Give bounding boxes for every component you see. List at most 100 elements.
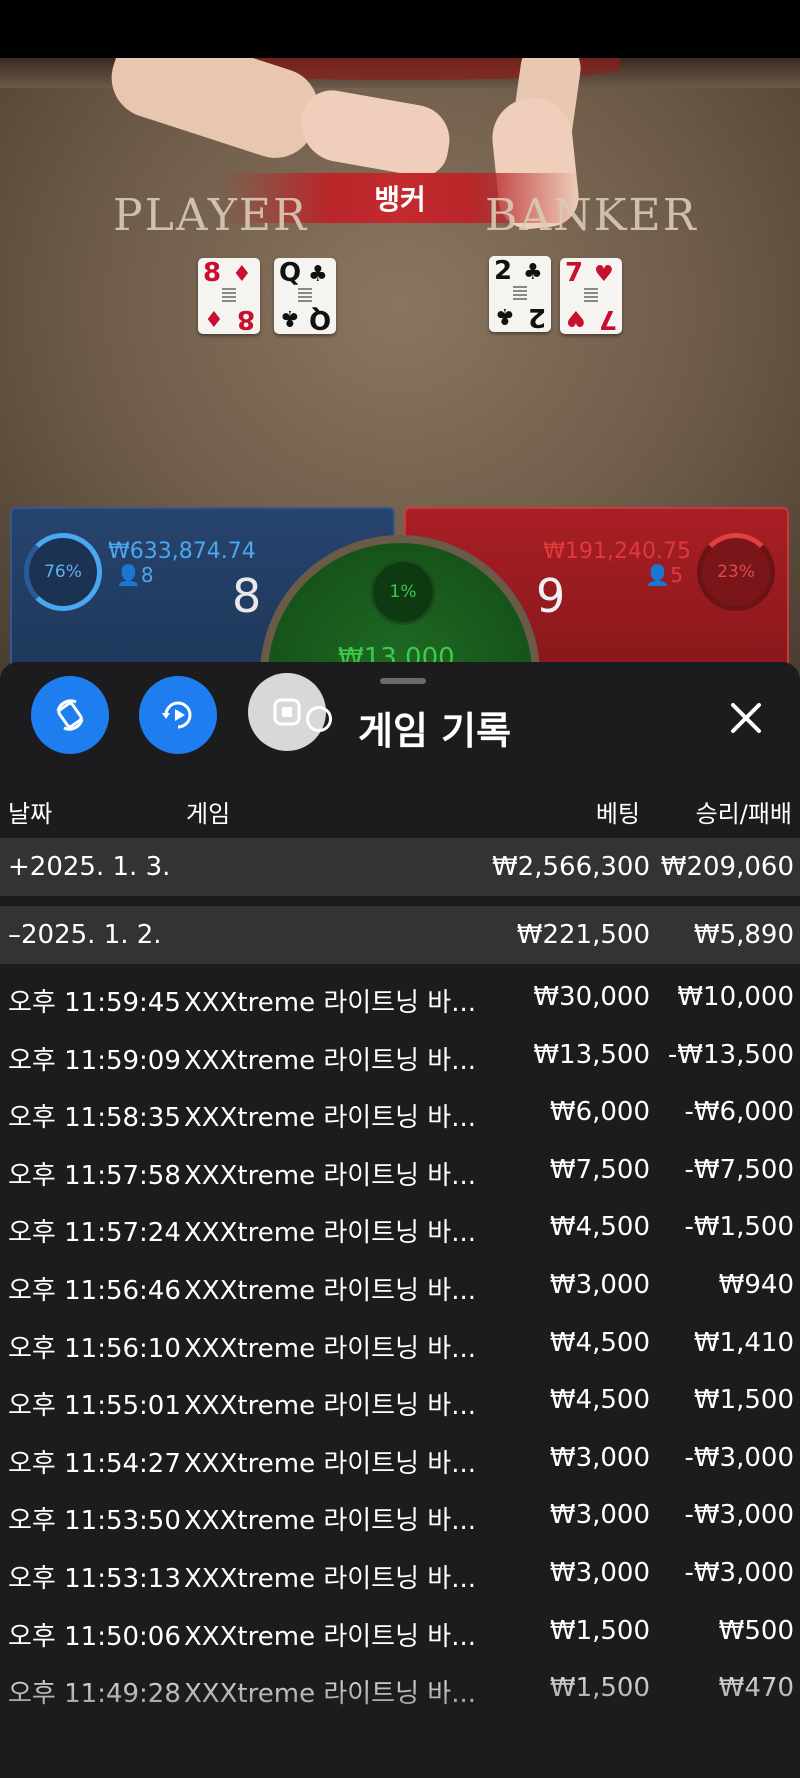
- person-icon: 👤: [645, 563, 671, 587]
- card-rank: 7: [565, 258, 584, 288]
- table-row[interactable]: 오후 11:59:45 XXXtreme 라이트닝 바... ₩30,000 ₩10,…: [0, 968, 800, 1024]
- close-button[interactable]: [722, 694, 770, 742]
- banker-score: 9: [536, 569, 566, 623]
- row-result: ₩1,410: [693, 1328, 794, 1358]
- person-icon: 👤: [116, 563, 141, 587]
- row-game: XXXtreme 라이트닝 바...: [184, 1103, 476, 1133]
- card-barcode: [584, 288, 598, 302]
- rotate-sync-button[interactable]: [31, 676, 109, 754]
- player-score: 8: [232, 569, 262, 623]
- table-row[interactable]: 오후 11:57:58 XXXtreme 라이트닝 바... ₩7,500 -₩7,5…: [0, 1141, 800, 1197]
- table-row[interactable]: 오후 11:56:10 XXXtreme 라이트닝 바... ₩4,500 ₩1,41…: [0, 1314, 800, 1370]
- table-row[interactable]: 오후 11:56:46 XXXtreme 라이트닝 바... ₩3,000 ₩940: [0, 1256, 800, 1312]
- club-icon: ♣: [308, 262, 328, 287]
- tie-percent-ring: 1%: [370, 559, 436, 625]
- table-row[interactable]: 오후 11:55:01 XXXtreme 라이트닝 바... ₩4,500 ₩1,50…: [0, 1371, 800, 1427]
- row-bet: ₩3,000: [549, 1443, 650, 1473]
- card-barcode: [222, 288, 236, 302]
- table-row[interactable]: 오후 11:59:09 XXXtreme 라이트닝 바... ₩13,500 -₩13…: [0, 1026, 800, 1082]
- row-time: 오후 11:56:10: [8, 1334, 181, 1364]
- player-table-label: PLAYER: [113, 190, 309, 241]
- row-time: 오후 11:58:35: [8, 1103, 181, 1133]
- dealer-hand-left: [295, 85, 455, 181]
- row-bet: ₩4,500: [549, 1328, 650, 1358]
- player-total-amount: ₩633,874.74: [108, 539, 256, 564]
- row-time: 오후 11:53:13: [8, 1564, 181, 1594]
- expand-toggle[interactable]: +: [8, 852, 30, 882]
- row-game: XXXtreme 라이트닝 바...: [184, 1218, 476, 1248]
- banker-card-1: 2 ♣ ♣ 2: [489, 256, 551, 332]
- day-summary-row[interactable]: –2025. 1. 2. ₩221,500 ₩5,890: [0, 906, 800, 964]
- player-percent: 76%: [44, 562, 82, 582]
- banker-percent-ring: 23%: [697, 533, 775, 611]
- row-game: XXXtreme 라이트닝 바...: [184, 1622, 476, 1652]
- card-rank: 2: [527, 302, 546, 332]
- table-row[interactable]: 오후 11:58:35 XXXtreme 라이트닝 바... ₩6,000 -₩6,0…: [0, 1083, 800, 1139]
- card-rank: 8: [203, 258, 222, 288]
- card-rank: 7: [598, 304, 617, 334]
- card-rank: Q: [308, 304, 331, 334]
- row-bet: ₩4,500: [549, 1212, 650, 1242]
- day-bet-total: ₩2,566,300: [491, 852, 650, 882]
- history-icon: [306, 706, 332, 732]
- club-icon: ♣: [523, 260, 543, 285]
- row-result: -₩6,000: [684, 1097, 794, 1127]
- row-game: XXXtreme 라이트닝 바...: [184, 1506, 476, 1536]
- row-result: -₩3,000: [684, 1558, 794, 1588]
- column-header-result: 승리/패배: [695, 800, 792, 828]
- player-count-value: 8: [140, 563, 154, 587]
- row-game: XXXtreme 라이트닝 바...: [184, 1276, 476, 1306]
- winner-label: 뱅커: [374, 183, 426, 216]
- day-date: –2025. 1. 2.: [8, 920, 162, 950]
- replay-button[interactable]: [139, 676, 217, 754]
- card-rank: 8: [236, 304, 255, 334]
- game-history-sheet: 게임 기록 날짜 게임 베팅 승리/패배 +2025. 1. 3. ₩2,566,…: [0, 662, 800, 1778]
- list-fade: [0, 1652, 800, 1778]
- table-row[interactable]: 오후 11:50:06 XXXtreme 라이트닝 바... ₩1,500 ₩500: [0, 1602, 800, 1658]
- card-barcode: [298, 288, 312, 302]
- card-rank: Q: [279, 258, 302, 288]
- player-percent-ring: 76%: [24, 533, 102, 611]
- row-time: 오후 11:57:24: [8, 1218, 181, 1248]
- day-date-value: 2025. 1. 3.: [29, 852, 171, 882]
- table-row[interactable]: 오후 11:53:13 XXXtreme 라이트닝 바... ₩3,000 -₩3,0…: [0, 1544, 800, 1600]
- club-icon: ♣: [495, 303, 515, 328]
- table-row[interactable]: 오후 11:53:50 XXXtreme 라이트닝 바... ₩3,000 -₩3,0…: [0, 1486, 800, 1542]
- row-result: ₩1,500: [693, 1385, 794, 1415]
- row-bet: ₩6,000: [549, 1097, 650, 1127]
- banker-percent: 23%: [717, 562, 755, 582]
- row-game: XXXtreme 라이트닝 바...: [184, 1449, 476, 1479]
- column-header-bet: 베팅: [595, 800, 640, 828]
- row-bet: ₩30,000: [533, 982, 650, 1012]
- day-date-value: 2025. 1. 2.: [21, 920, 162, 950]
- dealer-arm-left: [101, 58, 329, 169]
- table-row[interactable]: 오후 11:57:24 XXXtreme 라이트닝 바... ₩4,500 -₩1,5…: [0, 1198, 800, 1254]
- row-result: -₩3,000: [684, 1443, 794, 1473]
- heart-icon: ♥: [594, 262, 614, 287]
- player-card-1: 8 ♦ ♦ 8: [198, 258, 260, 334]
- day-bet-total: ₩221,500: [516, 920, 650, 950]
- player-card-2: Q ♣ ♣ Q: [274, 258, 336, 334]
- row-game: XXXtreme 라이트닝 바...: [184, 1046, 476, 1076]
- rotate-sync-icon: [56, 699, 84, 731]
- card-barcode: [513, 286, 527, 300]
- row-bet: ₩7,500: [549, 1155, 650, 1185]
- tie-percent: 1%: [389, 582, 417, 602]
- row-bet: ₩4,500: [549, 1385, 650, 1415]
- table-row[interactable]: 오후 11:54:27 XXXtreme 라이트닝 바... ₩3,000 -₩3,0…: [0, 1429, 800, 1485]
- expand-toggle[interactable]: –: [8, 920, 21, 950]
- row-bet: ₩3,000: [549, 1558, 650, 1588]
- row-bet: ₩3,000: [549, 1270, 650, 1300]
- row-time: 오후 11:54:27: [8, 1449, 181, 1479]
- row-result: ₩500: [718, 1616, 794, 1646]
- row-time: 오후 11:53:50: [8, 1506, 181, 1536]
- sheet-grabber[interactable]: [380, 678, 426, 684]
- banker-card-2: 7 ♥ ♥ 7: [560, 258, 622, 334]
- day-date: +2025. 1. 3.: [8, 852, 170, 882]
- status-bar: [0, 0, 800, 58]
- sheet-title: 게임 기록: [358, 709, 512, 753]
- row-result: -₩13,500: [667, 1040, 794, 1070]
- row-time: 오후 11:57:58: [8, 1161, 181, 1191]
- day-summary-row[interactable]: +2025. 1. 3. ₩2,566,300 ₩209,060: [0, 838, 800, 896]
- row-result: -₩1,500: [684, 1212, 794, 1242]
